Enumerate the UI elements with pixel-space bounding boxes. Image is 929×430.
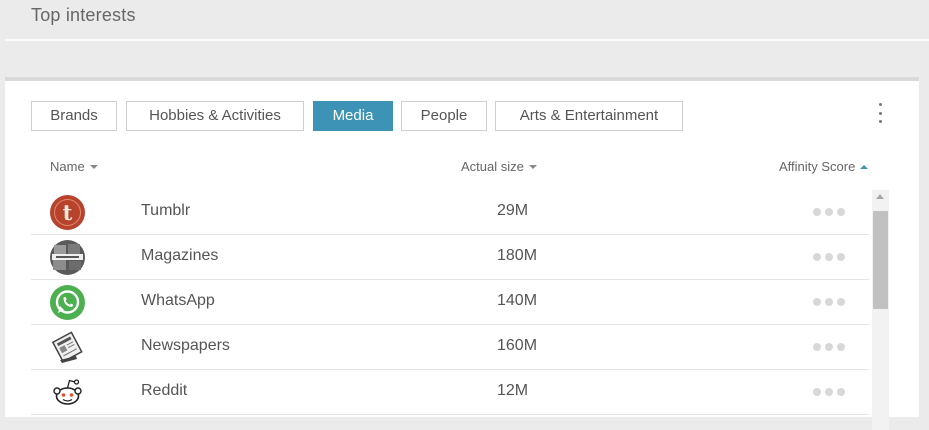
column-header-affinity[interactable]: Affinity Score (779, 159, 869, 174)
column-header-size[interactable]: Actual size (461, 159, 537, 174)
affinity-score-dots (813, 388, 845, 396)
table-row[interactable]: Newspapers 160M (31, 325, 869, 370)
kebab-menu-icon[interactable] (877, 103, 883, 123)
tab-people[interactable]: People (401, 101, 487, 131)
interest-size: 12M (497, 382, 529, 399)
scroll-up-arrow-icon[interactable] (876, 194, 884, 199)
interest-size: 29M (497, 202, 529, 219)
affinity-score-dots (813, 253, 845, 261)
column-header-name[interactable]: Name (50, 159, 98, 174)
tab-hobbies-activities[interactable]: Hobbies & Activities (126, 101, 304, 131)
interests-table: t Tumblr 29M Magazines 180M WhatsApp 140… (31, 190, 869, 415)
interest-size: 160M (497, 337, 538, 354)
table-row[interactable]: Reddit 12M (31, 370, 869, 415)
table-row[interactable]: t Tumblr 29M (31, 190, 869, 235)
interest-name: Reddit (141, 382, 188, 399)
reddit-logo-icon (53, 379, 82, 405)
tab-media[interactable]: Media (313, 101, 393, 131)
sort-down-icon (89, 165, 98, 169)
interest-name: Newspapers (141, 337, 230, 354)
column-header-name-label: Name (50, 159, 85, 174)
svg-text:t: t (63, 200, 73, 225)
table-row[interactable]: WhatsApp 140M (31, 280, 869, 325)
magazines-icon (50, 240, 85, 275)
scrollbar-thumb[interactable] (873, 211, 888, 309)
column-header-affinity-label: Affinity Score (779, 159, 856, 174)
affinity-score-dots (813, 343, 845, 351)
interest-size: 180M (497, 247, 538, 264)
sort-up-icon (860, 165, 869, 169)
tab-brands[interactable]: Brands (31, 101, 117, 131)
affinity-score-dots (813, 298, 845, 306)
table-scrollbar[interactable] (872, 190, 889, 430)
interest-name: WhatsApp (141, 292, 215, 309)
affinity-score-dots (813, 208, 845, 216)
table-row[interactable]: Magazines 180M (31, 235, 869, 280)
title-divider (5, 39, 929, 41)
section-title: Top interests (31, 5, 136, 25)
whatsapp-logo-icon (50, 285, 85, 320)
interest-name: Magazines (141, 247, 219, 264)
tab-arts-entertainment[interactable]: Arts & Entertainment (495, 101, 683, 131)
interests-card: Brands Hobbies & Activities Media People… (5, 77, 919, 430)
tumblr-logo-icon: t (50, 195, 85, 230)
interest-size: 140M (497, 292, 538, 309)
newspaper-icon (51, 331, 83, 363)
interest-name: Tumblr (141, 202, 191, 219)
column-header-size-label: Actual size (461, 159, 524, 174)
sort-down-icon (528, 165, 537, 169)
